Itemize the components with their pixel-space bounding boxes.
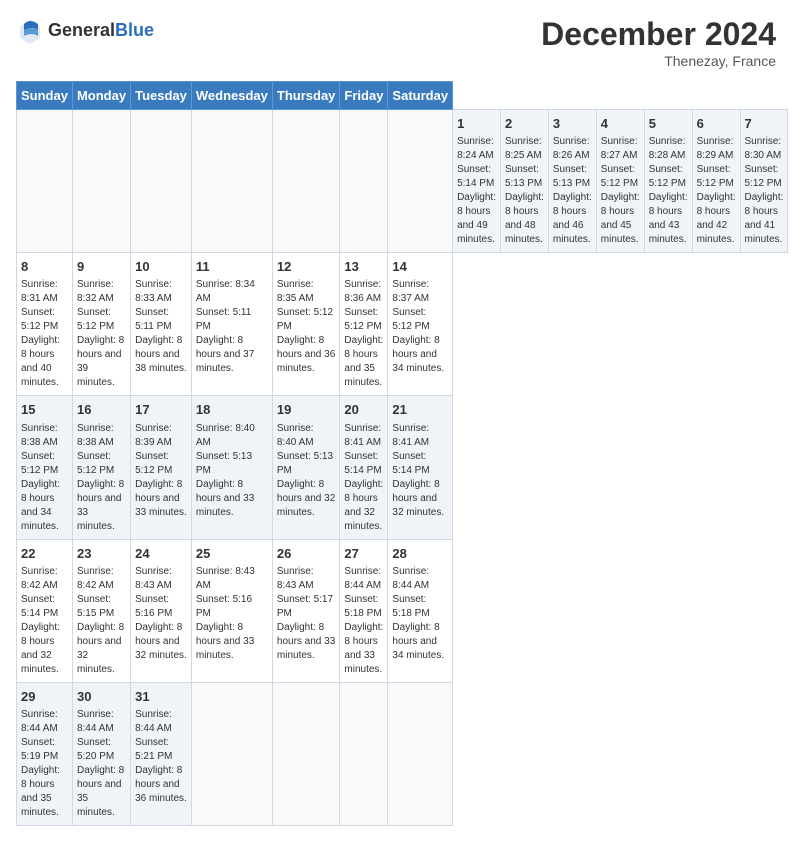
table-row [340,682,388,825]
table-row [272,110,340,253]
calendar-week-5: 29Sunrise: 8:44 AMSunset: 5:19 PMDayligh… [17,682,788,825]
table-row [388,682,453,825]
table-row: 12Sunrise: 8:35 AMSunset: 5:12 PMDayligh… [272,253,340,396]
table-row: 24Sunrise: 8:43 AMSunset: 5:16 PMDayligh… [131,539,192,682]
col-wednesday: Wednesday [191,82,272,110]
calendar-week-3: 15Sunrise: 8:38 AMSunset: 5:12 PMDayligh… [17,396,788,539]
table-row: 4Sunrise: 8:27 AMSunset: 5:12 PMDaylight… [596,110,644,253]
table-row [388,110,453,253]
table-row: 22Sunrise: 8:42 AMSunset: 5:14 PMDayligh… [17,539,73,682]
table-row: 9Sunrise: 8:32 AMSunset: 5:12 PMDaylight… [72,253,130,396]
calendar-week-1: 1Sunrise: 8:24 AMSunset: 5:14 PMDaylight… [17,110,788,253]
table-row: 19Sunrise: 8:40 AMSunset: 5:13 PMDayligh… [272,396,340,539]
col-saturday: Saturday [388,82,453,110]
table-row: 31Sunrise: 8:44 AMSunset: 5:21 PMDayligh… [131,682,192,825]
logo-text-container: General Blue [48,20,154,41]
title-area: December 2024 Thenezay, France [541,16,776,69]
table-row: 28Sunrise: 8:44 AMSunset: 5:18 PMDayligh… [388,539,453,682]
table-row: 2Sunrise: 8:25 AMSunset: 5:13 PMDaylight… [500,110,548,253]
table-row: 25Sunrise: 8:43 AMSunset: 5:16 PMDayligh… [191,539,272,682]
table-row: 18Sunrise: 8:40 AMSunset: 5:13 PMDayligh… [191,396,272,539]
logo-general: General [48,20,115,41]
main-title: December 2024 [541,16,776,53]
logo-blue: Blue [115,20,154,41]
table-row: 15Sunrise: 8:38 AMSunset: 5:12 PMDayligh… [17,396,73,539]
table-row: 11Sunrise: 8:34 AMSunset: 5:11 PMDayligh… [191,253,272,396]
table-row: 14Sunrise: 8:37 AMSunset: 5:12 PMDayligh… [388,253,453,396]
table-row: 20Sunrise: 8:41 AMSunset: 5:14 PMDayligh… [340,396,388,539]
table-row: 10Sunrise: 8:33 AMSunset: 5:11 PMDayligh… [131,253,192,396]
table-row: 6Sunrise: 8:29 AMSunset: 5:12 PMDaylight… [692,110,740,253]
table-row [17,110,73,253]
col-friday: Friday [340,82,388,110]
table-row: 26Sunrise: 8:43 AMSunset: 5:17 PMDayligh… [272,539,340,682]
table-row: 27Sunrise: 8:44 AMSunset: 5:18 PMDayligh… [340,539,388,682]
table-row: 5Sunrise: 8:28 AMSunset: 5:12 PMDaylight… [644,110,692,253]
table-row [191,110,272,253]
logo-icon [16,16,44,44]
table-row: 3Sunrise: 8:26 AMSunset: 5:13 PMDaylight… [548,110,596,253]
calendar-week-2: 8Sunrise: 8:31 AMSunset: 5:12 PMDaylight… [17,253,788,396]
header-row: Sunday Monday Tuesday Wednesday Thursday… [17,82,788,110]
table-row [191,682,272,825]
table-row [72,110,130,253]
col-tuesday: Tuesday [131,82,192,110]
table-row: 21Sunrise: 8:41 AMSunset: 5:14 PMDayligh… [388,396,453,539]
col-sunday: Sunday [17,82,73,110]
table-row: 13Sunrise: 8:36 AMSunset: 5:12 PMDayligh… [340,253,388,396]
table-row [131,110,192,253]
calendar-body: 1Sunrise: 8:24 AMSunset: 5:14 PMDaylight… [17,110,788,826]
table-row [272,682,340,825]
table-row: 30Sunrise: 8:44 AMSunset: 5:20 PMDayligh… [72,682,130,825]
subtitle: Thenezay, France [541,53,776,69]
col-monday: Monday [72,82,130,110]
calendar-header: Sunday Monday Tuesday Wednesday Thursday… [17,82,788,110]
table-row: 23Sunrise: 8:42 AMSunset: 5:15 PMDayligh… [72,539,130,682]
table-row: 29Sunrise: 8:44 AMSunset: 5:19 PMDayligh… [17,682,73,825]
page-header: General Blue December 2024 Thenezay, Fra… [16,16,776,69]
table-row: 7Sunrise: 8:30 AMSunset: 5:12 PMDaylight… [740,110,788,253]
table-row: 17Sunrise: 8:39 AMSunset: 5:12 PMDayligh… [131,396,192,539]
table-row: 8Sunrise: 8:31 AMSunset: 5:12 PMDaylight… [17,253,73,396]
col-thursday: Thursday [272,82,340,110]
table-row [340,110,388,253]
calendar-table: Sunday Monday Tuesday Wednesday Thursday… [16,81,788,826]
table-row: 16Sunrise: 8:38 AMSunset: 5:12 PMDayligh… [72,396,130,539]
table-row: 1Sunrise: 8:24 AMSunset: 5:14 PMDaylight… [453,110,501,253]
logo: General Blue [16,16,154,44]
calendar-week-4: 22Sunrise: 8:42 AMSunset: 5:14 PMDayligh… [17,539,788,682]
